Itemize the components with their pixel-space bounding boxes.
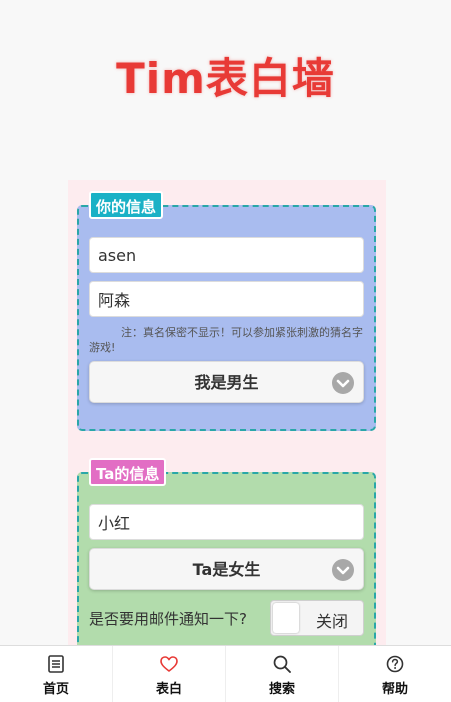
ta-name-input[interactable]: [89, 504, 364, 540]
realname-input[interactable]: [89, 281, 364, 317]
heart-icon: [160, 656, 178, 672]
document-icon: [48, 655, 64, 673]
tab-label: 帮助: [381, 682, 408, 697]
realname-note: 注：真名保密不显示！可以参加紧张刺激的猜名字游戏!: [89, 326, 363, 354]
tab-home[interactable]: 首页: [0, 646, 113, 702]
tab-confess[interactable]: 表白: [113, 646, 226, 702]
email-notify-row: 是否要用邮件通知一下? 关闭: [89, 600, 364, 636]
search-icon: [273, 655, 291, 673]
your-gender-select[interactable]: 我是男生: [89, 361, 364, 403]
page-title: Tim表白墙: [116, 54, 335, 103]
toggle-knob: [273, 603, 299, 633]
your-info-tag: 你的信息: [89, 191, 164, 219]
username-input[interactable]: [89, 237, 364, 273]
tab-label: 表白: [155, 682, 182, 697]
toggle-state-label: 关闭: [315, 612, 348, 631]
email-notify-toggle[interactable]: 关闭: [270, 600, 364, 636]
chevron-down-icon: [332, 372, 354, 394]
bottom-tab-bar: 首页 表白 搜索 帮助: [0, 645, 451, 702]
help-icon: [386, 655, 404, 673]
tab-label: 搜索: [268, 682, 295, 697]
ta-gender-select[interactable]: Ta是女生: [89, 548, 364, 590]
chevron-down-icon: [332, 559, 354, 581]
your-gender-value: 我是男生: [194, 373, 259, 392]
your-info-section: 你的信息 注：真名保密不显示！可以参加紧张刺激的猜名字游戏! 我是男生: [77, 191, 376, 431]
ta-info-tag: Ta的信息: [89, 458, 167, 486]
tab-label: 首页: [42, 682, 69, 697]
tab-help[interactable]: 帮助: [339, 646, 451, 702]
email-notify-label: 是否要用邮件通知一下?: [89, 610, 247, 628]
tab-search[interactable]: 搜索: [226, 646, 339, 702]
ta-gender-value: Ta是女生: [192, 560, 261, 579]
ta-info-section: Ta的信息 Ta是女生 是否要用邮件通知一下? 关闭: [77, 458, 376, 672]
